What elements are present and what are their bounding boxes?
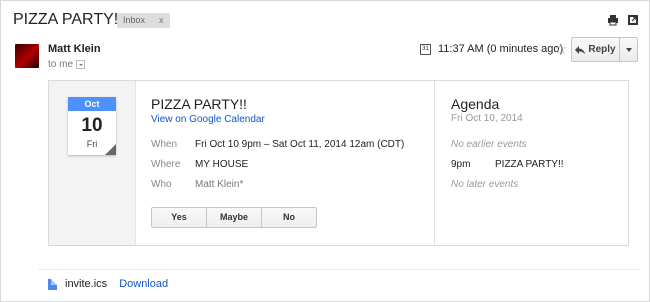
reply-button-group: Reply	[571, 37, 638, 62]
attachment-divider	[39, 269, 639, 270]
no-later-events: No later events	[451, 179, 519, 190]
file-icon	[48, 278, 57, 290]
event-details: PIZZA PARTY!! View on Google Calendar Wh…	[136, 81, 435, 245]
page-fold-icon	[105, 144, 116, 155]
attachment-filename[interactable]: invite.ics	[65, 278, 107, 290]
rsvp-yes-button[interactable]: Yes	[151, 207, 207, 228]
date-panel: Oct 10 Fri	[49, 81, 136, 245]
new-window-icon[interactable]	[627, 13, 639, 25]
rsvp-no-button[interactable]: No	[261, 207, 317, 228]
recipient-line: to me	[48, 59, 86, 70]
download-link[interactable]: Download	[119, 278, 168, 290]
calendar-icon: 31	[420, 44, 431, 55]
date-card: Oct 10 Fri	[68, 97, 116, 155]
view-on-calendar-link[interactable]: View on Google Calendar	[151, 114, 265, 125]
print-icon[interactable]	[607, 13, 619, 26]
agenda-title: Agenda	[451, 96, 500, 112]
label-text: Inbox	[123, 15, 146, 25]
when-label: When	[151, 139, 178, 150]
date-month: Oct	[68, 97, 116, 111]
attachment-row: invite.ics Download	[48, 278, 168, 290]
agenda-panel: Agenda Fri Oct 10, 2014 No earlier event…	[435, 81, 628, 245]
where-row: Where MY HOUSE	[151, 159, 248, 170]
sender-avatar[interactable]	[15, 44, 39, 68]
star-icon[interactable]: ☆	[554, 40, 567, 58]
who-label: Who	[151, 179, 172, 190]
email-subject: PIZZA PARTY!!	[13, 11, 123, 28]
when-row: When Fri Oct 10 9pm – Sat Oct 11, 2014 1…	[151, 139, 404, 150]
more-actions-dropdown[interactable]	[620, 38, 637, 61]
event-title: PIZZA PARTY!!	[151, 96, 247, 112]
agenda-event-title: PIZZA PARTY!!	[495, 159, 564, 170]
remove-label-button[interactable]: x	[159, 13, 164, 28]
recipient-text: to me	[48, 59, 74, 70]
reply-arrow-icon	[575, 45, 586, 54]
who-value[interactable]: Matt Klein*	[195, 179, 243, 190]
reply-button[interactable]: Reply	[572, 38, 620, 61]
rsvp-maybe-button[interactable]: Maybe	[206, 207, 262, 228]
date-day: 10	[81, 115, 103, 136]
where-label: Where	[151, 159, 181, 170]
agenda-event[interactable]: 9pm PIZZA PARTY!!	[451, 159, 564, 170]
where-value: MY HOUSE	[195, 159, 249, 170]
who-row: Who Matt Klein*	[151, 179, 243, 190]
reply-label: Reply	[588, 44, 616, 55]
agenda-date: Fri Oct 10, 2014	[451, 113, 523, 124]
inbox-label-chip[interactable]: Inbox x	[117, 13, 170, 28]
no-earlier-events: No earlier events	[451, 139, 527, 150]
email-timestamp: 11:37 AM (0 minutes ago)	[438, 43, 564, 55]
calendar-invite-card: Oct 10 Fri PIZZA PARTY!! View on Google …	[48, 80, 629, 246]
rsvp-buttons: Yes Maybe No	[151, 207, 317, 228]
show-details-dropdown-icon[interactable]	[76, 60, 86, 69]
when-value: Fri Oct 10 9pm – Sat Oct 11, 2014 12am (…	[195, 139, 405, 150]
top-toolbar	[607, 13, 639, 26]
sender-name[interactable]: Matt Klein	[48, 43, 101, 55]
agenda-event-time: 9pm	[451, 159, 471, 170]
email-view: PIZZA PARTY!! Inbox x Matt Klein to me 3…	[0, 0, 650, 302]
